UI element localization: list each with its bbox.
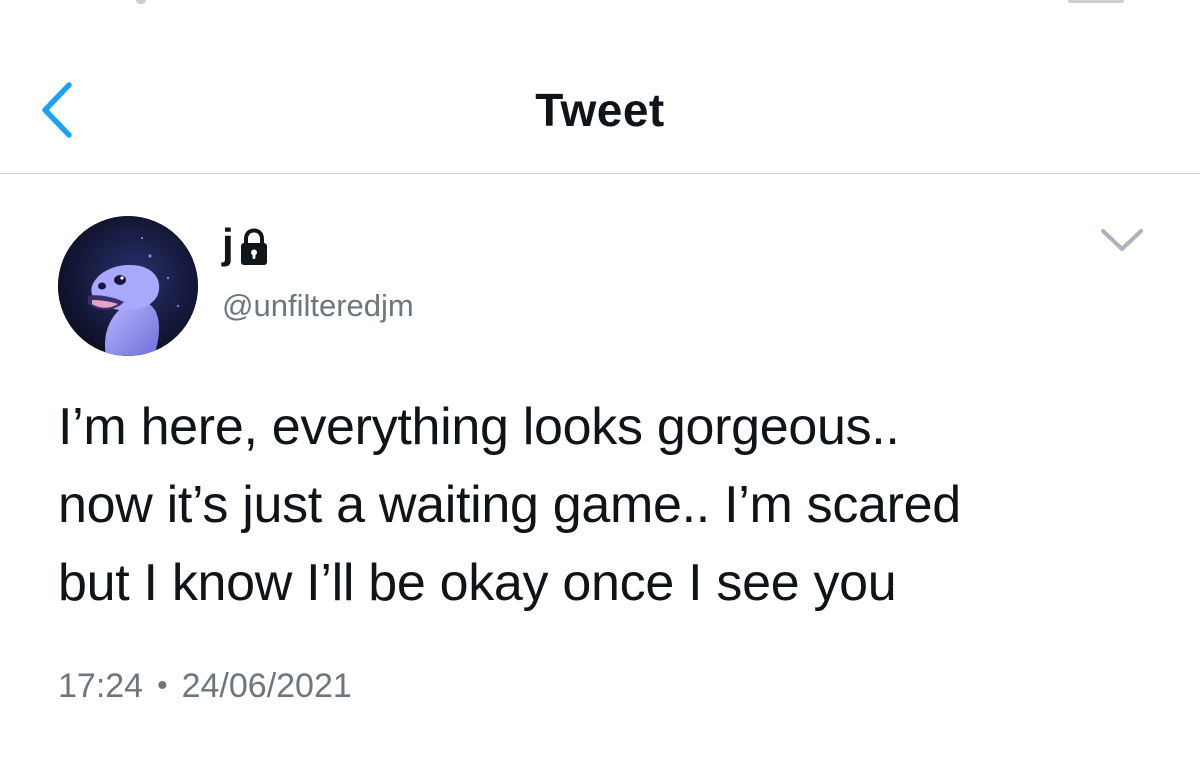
tweet-detail: j @unfilteredjm I’m here, everything loo… (0, 174, 1200, 757)
display-name-text: j (222, 220, 234, 267)
author-handle[interactable]: @unfilteredjm (222, 286, 414, 326)
tweet-timestamp[interactable]: 17:24 • 24/06/2021 (58, 664, 352, 708)
status-bar-remnant (0, 0, 1200, 8)
tweet-time: 17:24 (58, 667, 144, 705)
author-display-name[interactable]: j (222, 220, 271, 268)
tweet-date: 24/06/2021 (181, 667, 352, 705)
tweet-menu-button[interactable] (1092, 218, 1152, 262)
chevron-down-icon (1101, 229, 1143, 251)
back-button[interactable] (24, 74, 88, 146)
avatar-image (58, 216, 198, 356)
status-indicator-right (1068, 0, 1124, 3)
avatar[interactable] (58, 216, 198, 356)
status-indicator-left (136, 0, 146, 4)
tweet-text: I’m here, everything looks gorgeous.. no… (58, 398, 961, 612)
lock-icon (240, 228, 267, 265)
timestamp-separator: • (157, 669, 168, 702)
navigation-header: Tweet (0, 0, 1200, 174)
page-title: Tweet (535, 84, 665, 136)
chevron-left-icon (42, 82, 72, 138)
